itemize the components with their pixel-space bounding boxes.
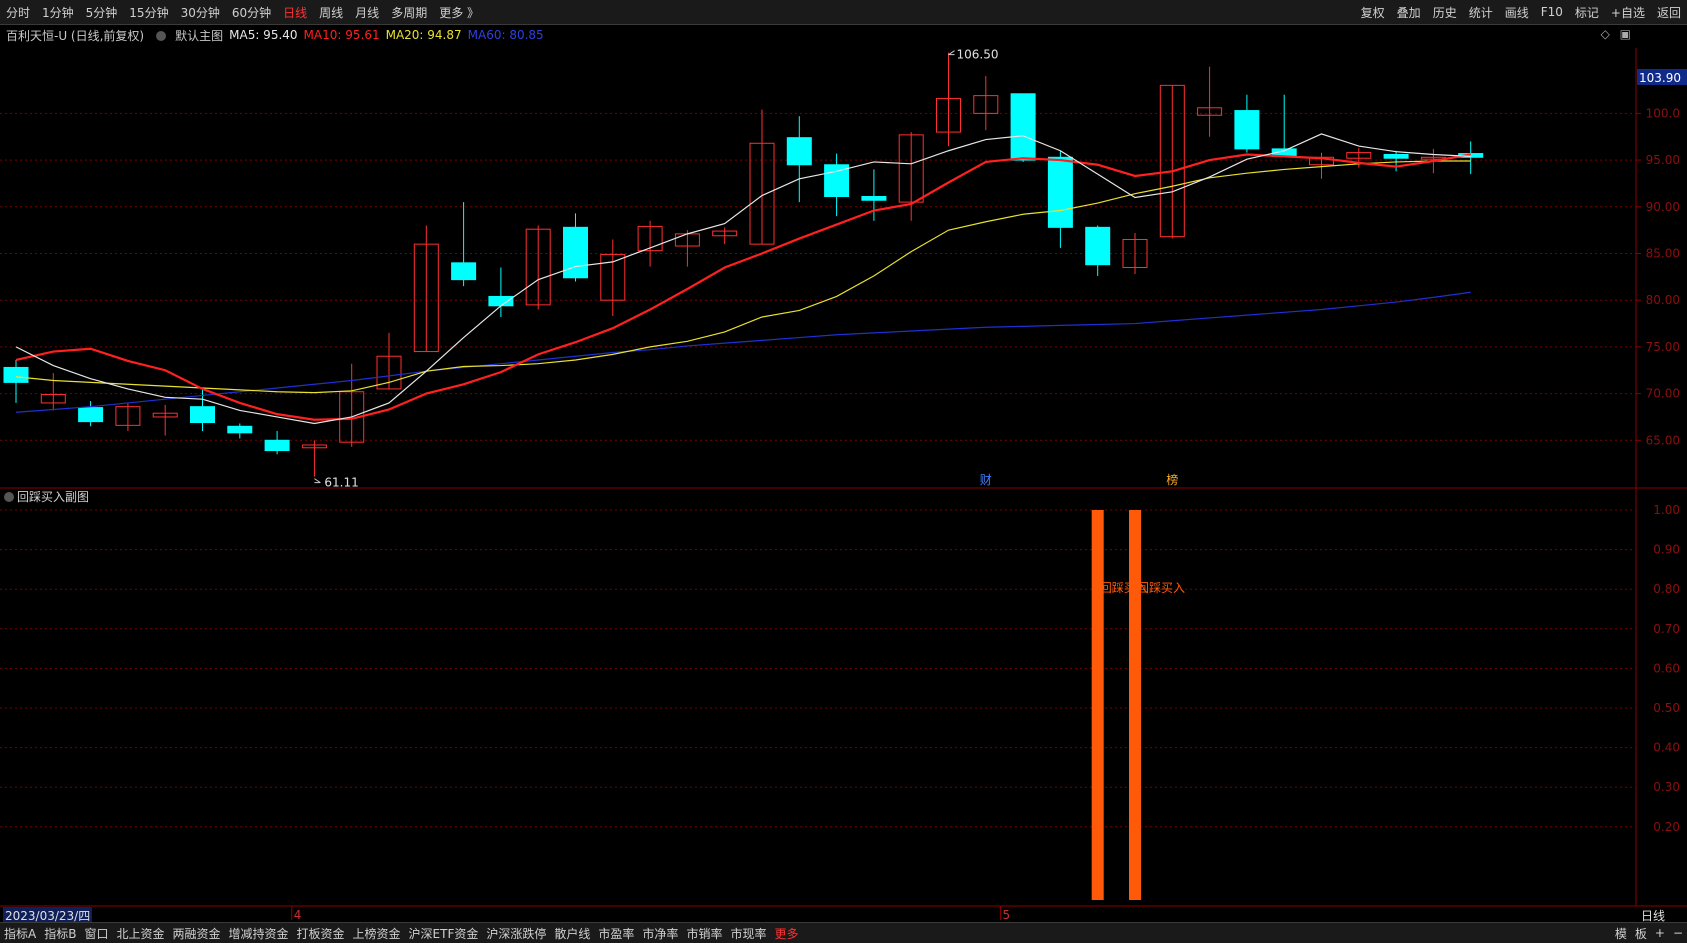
indicator-title[interactable]: 回踩买入副图 [4, 488, 89, 505]
indicator-tab[interactable]: 北上资金 [112, 925, 168, 942]
footer-control[interactable]: 模 [1611, 925, 1631, 942]
last-price-tag: 103.90 [1639, 71, 1681, 85]
indicator-tab[interactable]: 增减持资金 [225, 925, 293, 942]
low-marker: 61.11 [324, 476, 358, 490]
indicator-name: 回踩买入副图 [17, 490, 90, 504]
indicator-tick-label: 0.90 [1653, 543, 1680, 557]
indicator-tab[interactable]: 指标A [0, 925, 40, 942]
price-tick-label: 75.00 [1646, 340, 1680, 354]
indicator-tick-label: 0.50 [1653, 701, 1680, 715]
candle-body [861, 196, 887, 201]
candle-body [563, 226, 588, 279]
candle-body [264, 439, 290, 452]
candle-body [488, 295, 514, 307]
indicator-tab[interactable]: 打板资金 [293, 925, 349, 942]
indicator-tabs-bar: 指标A 指标B 窗口 北上资金 两融资金 增减持资金 打板资金 上榜资金 沪深ETF资金 沪深涨跌… [0, 922, 1687, 943]
candle-body [1010, 93, 1036, 161]
month-label: 4 [294, 908, 302, 922]
ma60-line [15, 291, 1471, 413]
indicator-tick-label: 1.00 [1653, 503, 1680, 517]
price-tick-label: 90.00 [1646, 200, 1680, 214]
candle-body [3, 366, 29, 383]
indicator-tab[interactable]: 沪深涨跌停 [482, 925, 550, 942]
indicator-tab[interactable]: 上榜资金 [349, 925, 405, 942]
event-marker-rank: 榜 [1166, 472, 1178, 487]
indicator-tick-label: 0.40 [1653, 741, 1680, 755]
collapse-icon[interactable] [4, 491, 14, 502]
candle-body [1047, 156, 1073, 228]
candle-body [451, 262, 477, 281]
indicator-tick-label: 0.20 [1653, 820, 1680, 834]
price-tick-label: 100.0 [1646, 106, 1680, 120]
indicator-tab[interactable]: 两融资金 [168, 925, 224, 942]
candle-body [1085, 226, 1111, 266]
footer-right-controls: 模板 + − [1611, 925, 1687, 942]
price-tick-label: 65.00 [1646, 433, 1680, 447]
high-marker: 106.50 [957, 48, 999, 62]
price-tick-label: 70.00 [1646, 387, 1680, 401]
footer-control[interactable]: + [1651, 926, 1669, 940]
indicator-tab[interactable]: 散户线 [550, 925, 594, 942]
indicator-tab[interactable]: 指标B [40, 925, 80, 942]
indicator-tab[interactable]: 更多 [770, 925, 802, 942]
indicator-tab[interactable]: 沪深ETF资金 [405, 925, 483, 942]
ma20-line [15, 160, 1471, 394]
indicator-tab[interactable]: 市盈率 [594, 925, 638, 942]
candle-body [78, 407, 104, 423]
indicator-tick-label: 0.60 [1653, 661, 1680, 675]
indicator-signal-bar [1091, 510, 1104, 900]
candle-body [190, 406, 215, 424]
candle-body [786, 137, 812, 166]
indicator-tab[interactable]: 窗口 [80, 925, 112, 942]
indicator-tab[interactable]: 市现率 [726, 925, 770, 942]
price-tick-label: 95.00 [1646, 153, 1680, 167]
kline-chart[interactable]: 100.0 95.00 90.00 85.00 80.00 75.00 70.00 65.00… [0, 0, 1687, 942]
indicator-tick-label: 0.80 [1653, 582, 1680, 596]
indicator-tab[interactable]: 市净率 [638, 925, 682, 942]
indicator-signal-bar [1129, 510, 1141, 900]
price-tick-label: 85.00 [1646, 246, 1680, 260]
signal-label: 回踩买入 [1137, 581, 1185, 595]
price-tick-label: 80.00 [1646, 293, 1680, 307]
indicator-tick-label: 0.70 [1653, 622, 1680, 636]
candle-body [1383, 153, 1409, 159]
indicator-tick-label: 0.30 [1653, 780, 1680, 794]
footer-tabs: 指标A 指标B 窗口 北上资金 两融资金 增减持资金 打板资金 上榜资金 沪深ETF资金 沪深涨跌… [0, 925, 802, 942]
low-arrow [314, 478, 321, 484]
candle-body [1234, 110, 1260, 150]
footer-control[interactable]: 板 [1631, 925, 1651, 942]
footer-control[interactable]: − [1669, 926, 1687, 940]
high-arrow [948, 50, 955, 56]
ma10-line [15, 153, 1471, 421]
event-marker-finance: 财 [980, 473, 992, 487]
month-label: 5 [1002, 908, 1010, 922]
candle-body [227, 425, 253, 434]
ma5-line [15, 133, 1471, 425]
indicator-tab[interactable]: 市销率 [682, 925, 726, 942]
